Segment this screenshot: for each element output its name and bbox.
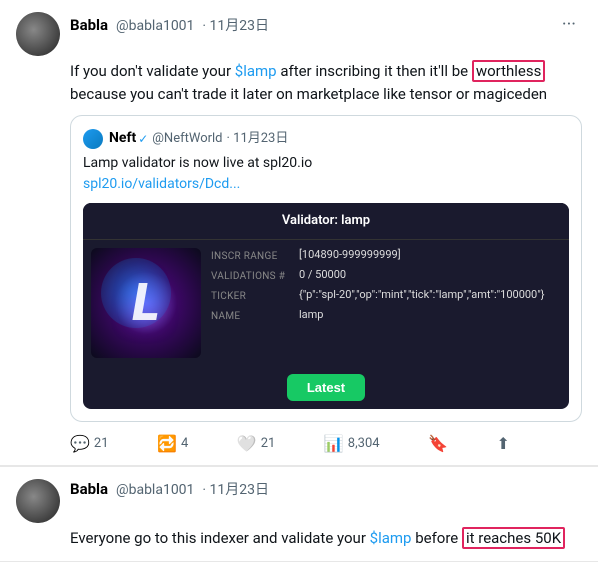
validator-key-0: INSCR RANGE xyxy=(211,248,291,264)
heart-icon: 🤍 xyxy=(237,434,257,453)
validator-letter: L xyxy=(132,264,159,342)
tweet-2-header: Babla @babla1001 · 11月23日 xyxy=(16,479,582,523)
validator-table: INSCR RANGE [104890-999999999] VALIDATIO… xyxy=(211,248,561,358)
tweet-2-author[interactable]: Babla xyxy=(70,480,108,498)
share-icon: ⬆ xyxy=(497,434,510,453)
share-action[interactable]: ⬆ xyxy=(497,434,510,453)
validator-image: L xyxy=(91,248,201,358)
quoted-handle: @NeftWorld xyxy=(152,129,222,149)
tweet-1-body-before: If you don't validate your xyxy=(70,62,235,80)
retweet-icon: 🔁 xyxy=(157,434,177,453)
validator-val-0: [104890-999999999] xyxy=(299,248,401,262)
tweet-2-author-info: Babla @babla1001 · 11月23日 xyxy=(70,479,269,499)
reply-icon: 💬 xyxy=(70,434,90,453)
views-icon: 📊 xyxy=(324,434,344,453)
latest-button[interactable]: Latest xyxy=(287,374,365,401)
tweet-2-body: Everyone go to this indexer and validate… xyxy=(70,527,582,550)
tweet-1-author-row: Babla @babla1001 · 11月23日 ··· xyxy=(70,12,582,37)
quoted-body: Lamp validator is now live at spl20.io s… xyxy=(83,153,569,195)
like-count: 21 xyxy=(261,436,276,451)
retweet-count: 4 xyxy=(181,436,188,451)
retweet-action[interactable]: 🔁 4 xyxy=(157,434,188,453)
tweet-1: Babla @babla1001 · 11月23日 ··· If you don… xyxy=(0,0,598,466)
tweet-1-meta: Babla @babla1001 · 11月23日 ··· xyxy=(70,12,582,37)
tweet-1-author[interactable]: Babla xyxy=(70,16,108,34)
like-action[interactable]: 🤍 21 xyxy=(237,434,276,453)
validator-val-2: {"p":"spl-20","op":"mint","tick":"lamp",… xyxy=(299,288,545,302)
validator-val-1: 0 / 50000 xyxy=(299,268,346,282)
quoted-tweet-header: Neft ✓ @NeftWorld · 11月23日 xyxy=(83,128,569,149)
quoted-author[interactable]: Neft xyxy=(109,128,136,149)
validator-key-1: VALIDATIONS # xyxy=(211,268,291,284)
bookmark-action[interactable]: 🔖 xyxy=(428,434,448,453)
quoted-body-line2[interactable]: spl20.io/validators/Dcd... xyxy=(83,174,569,195)
validator-val-3: lamp xyxy=(299,308,323,322)
validator-key-3: NAME xyxy=(211,308,291,324)
tweet-1-body-middle: after inscribing it then it'll be xyxy=(277,62,472,80)
quoted-body-line1: Lamp validator is now live at spl20.io xyxy=(83,153,569,174)
tweet-2-body-before: Everyone go to this indexer and validate… xyxy=(70,529,370,547)
views-action[interactable]: 📊 8,304 xyxy=(324,434,380,453)
validator-content: L INSCR RANGE [104890-999999999] VALIDAT… xyxy=(83,240,569,366)
avatar-1 xyxy=(16,12,60,56)
tweet-2-handle[interactable]: @babla1001 xyxy=(116,482,194,498)
reply-count: 21 xyxy=(94,436,109,451)
tweet-1-header: Babla @babla1001 · 11月23日 ··· xyxy=(16,12,582,56)
validator-card: Validator: lamp L INSCR RANGE [104890-99… xyxy=(83,203,569,409)
quoted-avatar xyxy=(83,129,103,149)
validator-row-1: VALIDATIONS # 0 / 50000 xyxy=(211,268,561,284)
validator-key-2: TICKER xyxy=(211,288,291,304)
bookmark-icon: 🔖 xyxy=(428,434,448,453)
tweet-1-handle[interactable]: @babla1001 xyxy=(116,18,194,34)
tweet-1-body: If you don't validate your $lamp after i… xyxy=(70,60,582,422)
validator-title: Validator: lamp xyxy=(83,203,569,240)
quoted-date: · 11月23日 xyxy=(227,129,289,149)
tweet-1-body-after: because you can't trade it later on mark… xyxy=(70,85,547,103)
tweet-2-meta: Babla @babla1001 · 11月23日 xyxy=(70,479,582,499)
tweet-1-highlight: worthless xyxy=(472,60,546,82)
more-options-icon[interactable]: ··· xyxy=(556,12,582,37)
validator-row-3: NAME lamp xyxy=(211,308,561,324)
tweet-2: Babla @babla1001 · 11月23日 Everyone go to… xyxy=(0,467,598,562)
tweet-1-actions: 💬 21 🔁 4 🤍 21 📊 8,304 🔖 ⬆ xyxy=(70,434,510,453)
verified-badge-icon: ✓ xyxy=(138,130,148,148)
tweet-1-lamp-link[interactable]: $lamp xyxy=(235,62,277,80)
validator-row-2: TICKER {"p":"spl-20","op":"mint","tick":… xyxy=(211,288,561,304)
validator-footer: Latest xyxy=(83,366,569,409)
tweet-2-highlight: it reaches 50K xyxy=(462,527,565,549)
tweet-2-lamp-link[interactable]: $lamp xyxy=(370,529,412,547)
tweet-2-body-middle: before xyxy=(411,529,462,547)
avatar-2 xyxy=(16,479,60,523)
tweet-1-author-info: Babla @babla1001 · 11月23日 xyxy=(70,15,269,35)
validator-row-0: INSCR RANGE [104890-999999999] xyxy=(211,248,561,264)
quoted-tweet[interactable]: Neft ✓ @NeftWorld · 11月23日 Lamp validato… xyxy=(70,115,582,422)
views-count: 8,304 xyxy=(348,436,380,451)
tweet-1-date: · 11月23日 xyxy=(202,18,269,34)
tweet-2-author-row: Babla @babla1001 · 11月23日 xyxy=(70,479,582,499)
reply-action[interactable]: 💬 21 xyxy=(70,434,109,453)
tweet-2-date: · 11月23日 xyxy=(202,482,269,498)
